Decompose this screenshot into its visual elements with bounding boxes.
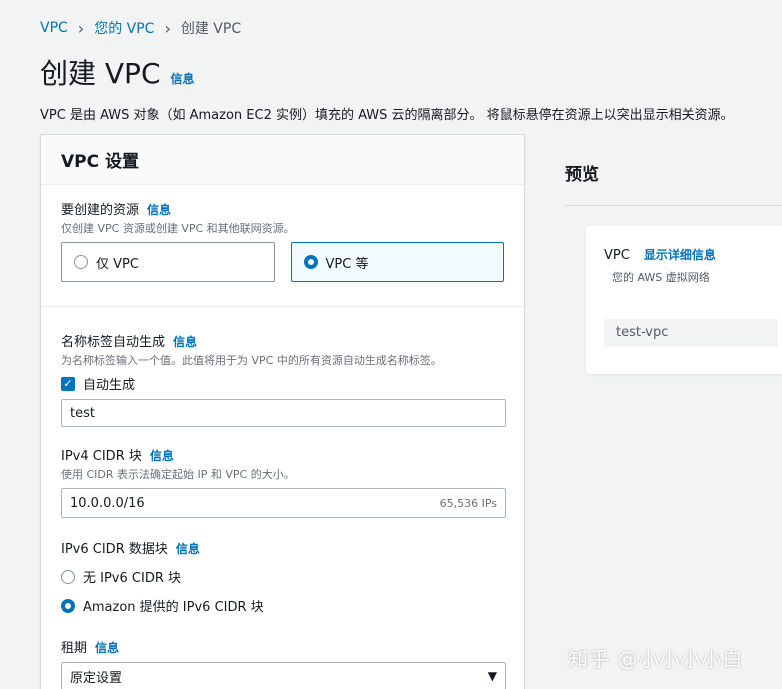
page-title: 创建 VPC 信息 [40,52,195,92]
name-tag-input[interactable]: test [61,399,506,427]
preview-desc: 您的 AWS 虚拟网络 [612,271,710,284]
ipv4-label: IPv4 CIDR 块 [61,449,142,464]
name-tag-label: 名称标签自动生成 [61,335,166,350]
tenancy-value: 原定设置 [70,670,123,686]
preview-card: VPC 显示详细信息 您的 AWS 虚拟网络 test-vpc [586,226,782,374]
radio-no-ipv6[interactable] [61,569,75,584]
preview-vpc-label: VPC [604,248,630,263]
tile-vpc-only-label: 仅 VPC [96,256,139,272]
auto-generate-label: 自动生成 [83,378,136,393]
ipv4-cidr-input[interactable]: 10.0.0.0/16 65,536 IPs [61,488,506,518]
form-section: 名称标签自动生成 信息 为名称标签输入一个值。此值将用于为 VPC 中的所有资源… [41,307,524,689]
no-ipv6-label: 无 IPv6 CIDR 块 [83,571,181,586]
resources-section: 要创建的资源 信息 仅创建 VPC 资源或创建 VPC 和其他联网资源。 仅 V… [41,185,524,307]
resources-info-link[interactable]: 信息 [147,201,171,218]
breadcrumb-your-vpcs[interactable]: 您的 VPC [94,18,154,38]
preview-title: 预览 [565,165,599,185]
tile-vpc-only[interactable]: 仅 VPC [61,242,275,282]
page-info-link[interactable]: 信息 [171,70,195,87]
ipv4-ip-count: 65,536 IPs [439,496,497,510]
ipv6-label: IPv6 CIDR 数据块 [61,542,168,557]
page-description: VPC 是由 AWS 对象（如 Amazon EC2 实例）填充的 AWS 云的… [40,108,734,123]
ipv4-desc: 使用 CIDR 表示法确定起始 IP 和 VPC 的大小。 [61,468,295,481]
auto-generate-checkbox[interactable]: ✓ [61,376,75,391]
panel-header: VPC 设置 [41,135,524,185]
radio-vpc-only[interactable] [74,255,88,269]
tile-vpc-and-more[interactable]: VPC 等 [290,242,504,282]
radio-vpc-and-more[interactable] [303,255,318,269]
name-tag-value: test [70,405,95,421]
resources-label: 要创建的资源 [61,203,140,218]
tenancy-info-link[interactable]: 信息 [95,639,119,656]
vpc-settings-panel: VPC 设置 要创建的资源 信息 仅创建 VPC 资源或创建 VPC 和其他联网… [40,134,525,689]
page-title-text: 创建 VPC [40,57,161,90]
amazon-ipv6-label: Amazon 提供的 IPv6 CIDR 块 [83,600,264,615]
breadcrumb: VPC › 您的 VPC › 创建 VPC [40,18,241,38]
resources-desc: 仅创建 VPC 资源或创建 VPC 和其他联网资源。 [61,222,295,235]
panel-title: VPC 设置 [61,152,140,172]
preview-divider [565,205,782,206]
tile-vpc-and-more-label: VPC 等 [325,256,369,272]
tenancy-select[interactable]: 原定设置 ▼ [61,662,506,689]
tenancy-label: 租期 [61,641,88,656]
ipv4-info-link[interactable]: 信息 [150,447,174,464]
radio-amazon-ipv6[interactable] [61,598,75,613]
preview-vpc-name[interactable]: test-vpc [604,319,778,347]
name-tag-info-link[interactable]: 信息 [173,333,197,350]
caret-down-icon: ▼ [487,669,497,683]
show-details-link[interactable]: 显示详细信息 [644,246,716,263]
breadcrumb-current: 创建 VPC [180,21,242,37]
chevron-right-icon: › [77,18,85,38]
chevron-right-icon: › [164,18,171,38]
ipv4-cidr-value: 10.0.0.0/16 [70,495,145,511]
name-tag-desc: 为名称标签输入一个值。此值将用于为 VPC 中的所有资源自动生成名称标签。 [61,354,442,367]
watermark: 知乎 @小小小小白 [568,647,744,671]
ipv6-info-link[interactable]: 信息 [176,540,200,557]
breadcrumb-vpc[interactable]: VPC [40,20,68,36]
